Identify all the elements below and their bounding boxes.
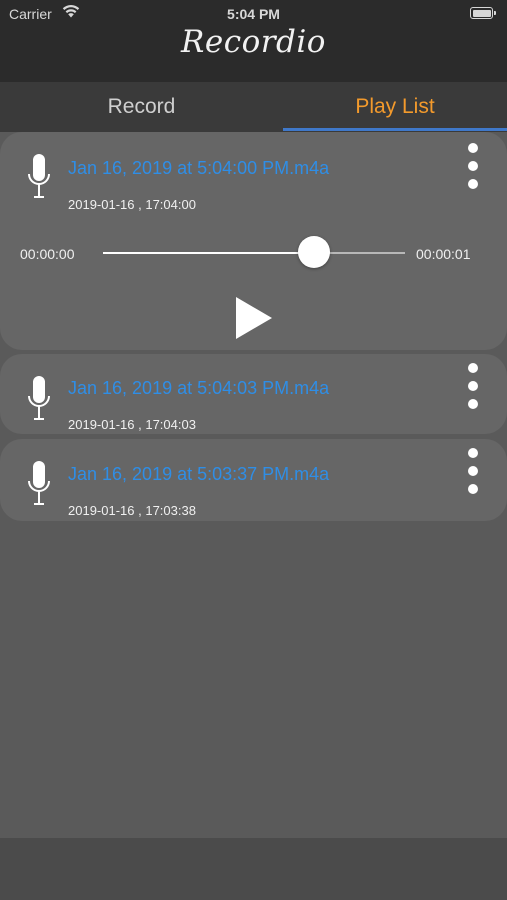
slider-track-filled <box>103 252 314 254</box>
microphone-icon <box>28 461 50 505</box>
recording-date: 2019-01-16 , 17:04:03 <box>68 417 196 432</box>
slider-thumb[interactable] <box>298 236 330 268</box>
recording-name[interactable]: Jan 16, 2019 at 5:03:37 PM.m4a <box>68 464 329 485</box>
recording-date: 2019-01-16 , 17:04:00 <box>68 197 196 212</box>
tab-bar: Record Play List <box>0 82 507 132</box>
microphone-icon <box>28 154 50 198</box>
app-title: Recordio <box>181 24 326 60</box>
recording-name[interactable]: Jan 16, 2019 at 5:04:03 PM.m4a <box>68 378 329 399</box>
tab-active-indicator <box>283 128 507 131</box>
more-vertical-icon[interactable] <box>462 143 484 189</box>
navigation-bar: Carrier 5:04 PM Recordio <box>0 0 507 82</box>
play-icon[interactable] <box>234 296 274 340</box>
elapsed-time: 00:00:00 <box>20 246 75 262</box>
more-vertical-icon[interactable] <box>462 448 484 494</box>
status-bar: Carrier 5:04 PM <box>0 0 507 26</box>
battery-icon <box>470 7 496 19</box>
recording-item-expanded[interactable]: Jan 16, 2019 at 5:04:00 PM.m4a 2019-01-1… <box>0 132 507 350</box>
playback-slider[interactable] <box>103 236 405 268</box>
microphone-icon <box>28 376 50 420</box>
tab-play-list[interactable]: Play List <box>283 82 507 132</box>
recording-date: 2019-01-16 , 17:03:38 <box>68 503 196 518</box>
duration-time: 00:00:01 <box>416 246 471 262</box>
recording-item[interactable]: Jan 16, 2019 at 5:04:03 PM.m4a 2019-01-1… <box>0 354 507 434</box>
recording-item[interactable]: Jan 16, 2019 at 5:03:37 PM.m4a 2019-01-1… <box>0 439 507 521</box>
screen: Carrier 5:04 PM Recordio Record Play Lis… <box>0 0 507 900</box>
recording-name[interactable]: Jan 16, 2019 at 5:04:00 PM.m4a <box>68 158 329 179</box>
tab-record[interactable]: Record <box>0 82 283 132</box>
more-vertical-icon[interactable] <box>462 363 484 409</box>
clock: 5:04 PM <box>227 6 280 22</box>
bottom-bar <box>0 838 507 900</box>
